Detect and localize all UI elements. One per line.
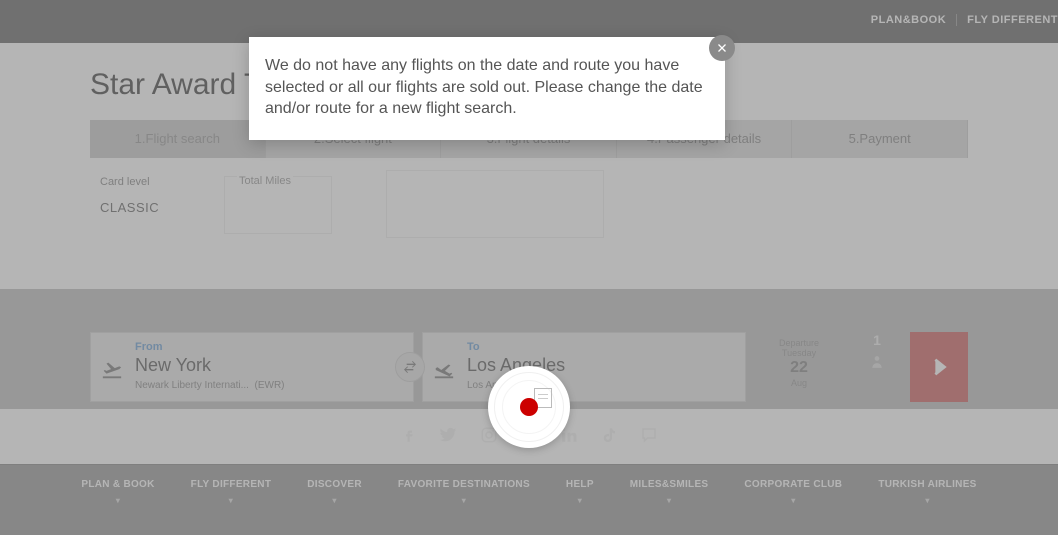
summary-box	[386, 170, 604, 238]
close-icon	[716, 42, 728, 54]
departure-date[interactable]: Departure Tuesday 22 Aug	[754, 332, 844, 402]
total-miles-box: Total Miles	[224, 176, 332, 234]
error-modal: We do not have any flights on the date a…	[249, 37, 725, 140]
fnav-miles-smiles[interactable]: MILES&SMILES▾	[612, 465, 727, 505]
nav-fly-different[interactable]: FLY DIFFERENT	[967, 14, 1058, 26]
step-payment[interactable]: 5.Payment	[792, 120, 968, 158]
fnav-turkish-airlines[interactable]: TURKISH AIRLINES▾	[860, 465, 994, 505]
fnav-help[interactable]: HELP▾	[548, 465, 612, 505]
fnav-fly-different[interactable]: FLY DIFFERENT▾	[173, 465, 290, 505]
error-message: We do not have any flights on the date a…	[265, 55, 703, 120]
search-button[interactable]	[910, 332, 968, 402]
fnav-discover[interactable]: DISCOVER▾	[289, 465, 380, 505]
card-level-label: Card level	[100, 176, 200, 188]
loading-spinner	[488, 366, 570, 448]
departure-day: 22	[754, 360, 844, 376]
footer-nav: PLAN & BOOK▾ FLY DIFFERENT▾ DISCOVER▾ FA…	[0, 464, 1058, 535]
plane-landing-icon	[433, 359, 455, 381]
departure-label: Departure	[754, 338, 844, 348]
chat-icon[interactable]	[640, 426, 658, 444]
nav-separator	[956, 14, 957, 26]
plane-takeoff-icon	[101, 359, 123, 381]
person-icon	[870, 352, 884, 372]
fnav-favorite-destinations[interactable]: FAVORITE DESTINATIONS▾	[380, 465, 548, 505]
passenger-selector[interactable]: 1	[852, 332, 902, 402]
from-city: New York	[135, 355, 403, 376]
from-label: From	[135, 341, 403, 353]
destination-field[interactable]: To Los Angeles Los Angeles Int	[422, 332, 746, 402]
chevron-right-icon	[928, 356, 950, 378]
departure-dow: Tuesday	[754, 348, 844, 358]
to-label: To	[467, 341, 735, 353]
swap-icon	[402, 359, 418, 375]
origin-field[interactable]: From New York Newark Liberty Internati..…	[90, 332, 414, 402]
step-flight-search[interactable]: 1.Flight search	[90, 120, 266, 158]
fnav-corporate-club[interactable]: CORPORATE CLUB▾	[726, 465, 860, 505]
nav-plan-book[interactable]: PLAN&BOOK	[871, 14, 946, 26]
close-button[interactable]	[709, 35, 735, 61]
total-miles-label: Total Miles	[237, 175, 293, 187]
departure-month: Aug	[754, 378, 844, 388]
from-airport: Newark Liberty Internati... (EWR)	[135, 380, 403, 391]
swap-button[interactable]	[395, 352, 425, 382]
passenger-count: 1	[852, 332, 902, 348]
airline-logo-icon	[520, 398, 538, 416]
twitter-icon[interactable]	[440, 426, 458, 444]
tiktok-icon[interactable]	[600, 426, 618, 444]
card-level-value: CLASSIC	[100, 200, 200, 215]
facebook-icon[interactable]	[400, 426, 418, 444]
fnav-plan-book[interactable]: PLAN & BOOK▾	[63, 465, 172, 505]
